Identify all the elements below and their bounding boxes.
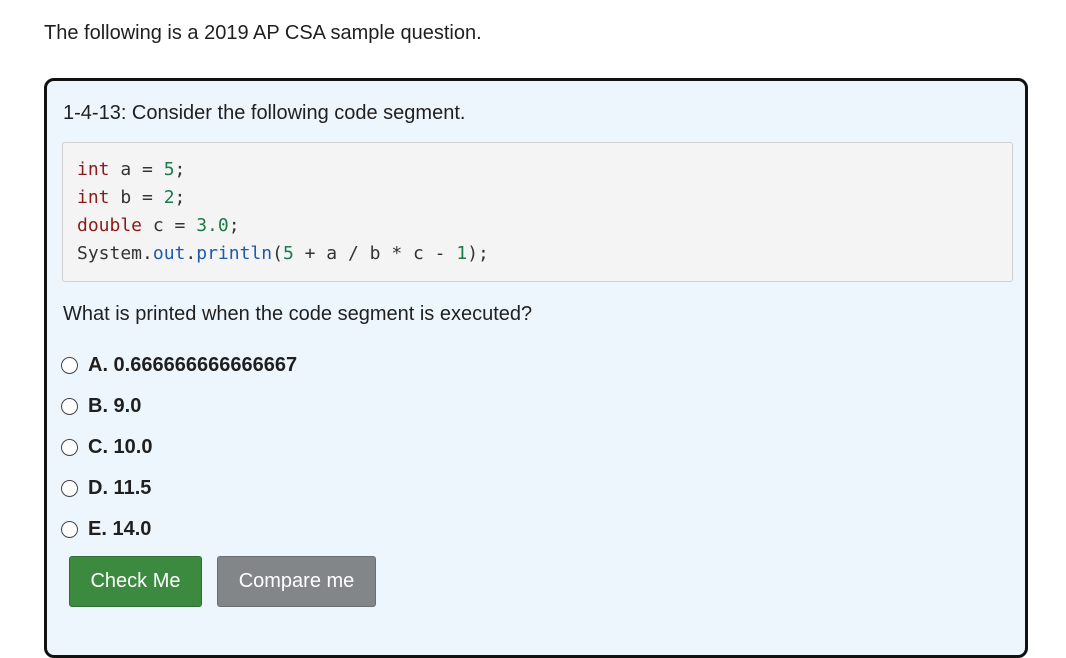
code-text: ; <box>174 159 186 180</box>
option-c[interactable]: C. 10.0 <box>61 427 297 468</box>
radio-button[interactable] <box>61 521 78 538</box>
option-label: E. 14.0 <box>88 518 152 540</box>
check-me-button[interactable]: Check Me <box>69 556 202 607</box>
code-text: . <box>142 243 153 264</box>
code-text: ); <box>467 243 489 264</box>
code-keyword: double <box>77 215 143 236</box>
radio-button[interactable] <box>61 480 78 497</box>
code-field: out <box>152 243 186 264</box>
radio-button[interactable] <box>61 398 78 415</box>
code-number: 5 <box>163 159 175 180</box>
code-keyword: int <box>77 187 110 208</box>
question-prompt: What is printed when the code segment is… <box>63 303 533 325</box>
code-number: 5 <box>282 243 294 264</box>
code-block: int a = 5; int b = 2; double c = 3.0; Sy… <box>62 142 1013 282</box>
option-e[interactable]: E. 14.0 <box>61 509 297 550</box>
code-text: ( <box>272 243 283 264</box>
code-method: println <box>196 243 273 264</box>
code-keyword: int <box>77 159 110 180</box>
code-text: + a / b * c - <box>293 243 457 264</box>
option-d[interactable]: D. 11.5 <box>61 468 297 509</box>
code-text: a = <box>109 159 164 180</box>
code-text: ; <box>228 215 240 236</box>
question-heading: 1-4-13: Consider the following code segm… <box>63 102 466 124</box>
option-a[interactable]: A. 0.666666666666667 <box>61 345 297 386</box>
code-number: 2 <box>163 187 175 208</box>
radio-button[interactable] <box>61 357 78 374</box>
intro-text: The following is a 2019 AP CSA sample qu… <box>44 22 482 44</box>
code-text: . <box>185 243 197 264</box>
option-label: A. 0.666666666666667 <box>88 354 298 376</box>
code-text: System <box>77 243 143 264</box>
question-card: 1-4-13: Consider the following code segm… <box>44 78 1028 658</box>
code-number: 1 <box>456 243 468 264</box>
option-label: C. 10.0 <box>88 436 153 458</box>
option-label: D. 11.5 <box>88 477 152 499</box>
radio-button[interactable] <box>61 439 78 456</box>
option-b[interactable]: B. 9.0 <box>61 386 297 427</box>
code-line-3: double c = 3.0; <box>77 212 998 240</box>
answer-options: A. 0.666666666666667 B. 9.0 C. 10.0 D. 1… <box>61 345 297 550</box>
code-number: 3.0 <box>196 215 229 236</box>
code-line-2: int b = 2; <box>77 184 998 212</box>
compare-me-button[interactable]: Compare me <box>217 556 376 607</box>
code-text: b = <box>109 187 164 208</box>
code-text: ; <box>174 187 186 208</box>
code-line-1: int a = 5; <box>77 156 998 184</box>
option-label: B. 9.0 <box>88 395 142 417</box>
code-text: c = <box>142 215 197 236</box>
code-line-4: System.out.println(5 + a / b * c - 1); <box>77 240 998 268</box>
